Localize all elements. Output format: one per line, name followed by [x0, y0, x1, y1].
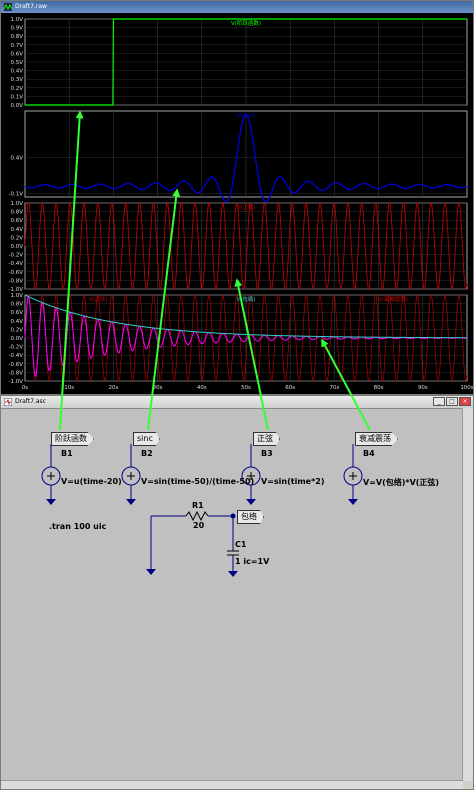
x-tick-label: 0s: [22, 385, 28, 391]
waveform-title-bar[interactable]: Draft7.raw: [1, 1, 473, 13]
b2-expression[interactable]: V=sin(time-50)/(time-50): [141, 477, 254, 486]
pane-0-y-tick: 0.7V: [10, 43, 23, 49]
source-b2-symbol[interactable]: [121, 444, 141, 505]
b4-ref: B4: [363, 449, 375, 458]
schematic-window-title: Draft7.asc: [15, 398, 46, 405]
pane-0-y-tick: 0.9V: [10, 26, 23, 32]
c1-value[interactable]: 1 ic=1V: [235, 557, 269, 566]
pane-0-y-tick: 0.4V: [10, 69, 23, 75]
pane-0-y-tick: 0.1V: [10, 94, 23, 100]
x-tick-label: 50s: [241, 385, 251, 391]
schematic-canvas[interactable]: 阶跃函数 sinc 正弦 衰减震荡 B1 B2 B3 B4 V=u(time-2…: [1, 408, 463, 781]
label-sinc: V(sinc): [237, 113, 256, 119]
pane-2-y-tick: -0.2V: [9, 253, 24, 259]
pane-0-y-tick: 0.0V: [10, 103, 23, 109]
pane-2-y-tick: 0.0V: [10, 244, 23, 250]
pane-3-y-tick: -0.6V: [9, 362, 24, 368]
pane-2-y-tick: -0.4V: [9, 261, 24, 267]
pane-1-y-tick: -0.1V: [9, 191, 24, 197]
pane-3-y-tick: 0.4V: [10, 319, 23, 325]
pane-2-y-tick: -0.6V: [9, 270, 24, 276]
waveform-window: Draft7.raw 1.0V 0.9V 0.8V 0.7V 0.6V 0.5V 0.4V 0…: [0, 0, 474, 395]
close-button[interactable]: ×: [459, 397, 471, 406]
b3-expression[interactable]: V=sin(time*2): [261, 477, 324, 486]
tran-directive[interactable]: .tran 100 uic: [49, 522, 106, 531]
x-tick-label: 70s: [329, 385, 339, 391]
x-tick-label: 10s: [64, 385, 74, 391]
c1-ref: C1: [235, 540, 247, 549]
r1-ref: R1: [192, 501, 204, 510]
pane-2-y-tick: -0.8V: [9, 278, 24, 284]
pane-3-y-tick: -0.4V: [9, 353, 24, 359]
pane-3-y-tick: 0.6V: [10, 310, 23, 316]
schematic-window-icon: [4, 398, 12, 406]
pane-2-y-tick: 0.4V: [10, 227, 23, 233]
maximize-button[interactable]: □: [446, 397, 458, 406]
net-flag-damped[interactable]: 衰减震荡: [355, 432, 398, 446]
pane-0-y-tick: 1.0V: [10, 17, 23, 23]
pane-0-y-tick: 0.2V: [10, 86, 23, 92]
label-damped: V(衰减震荡): [378, 295, 408, 303]
pane-2-y-tick: 0.6V: [10, 218, 23, 224]
pane-0-y-tick: 0.5V: [10, 60, 23, 66]
pane-3-y-tick: -0.8V: [9, 370, 24, 376]
r1-value[interactable]: 20: [193, 521, 204, 530]
pane-3-y-tick: 0.8V: [10, 302, 23, 308]
pane-3-y-tick: -0.2V: [9, 345, 24, 351]
source-b4-symbol[interactable]: [343, 444, 363, 505]
pane-3-y-tick: 0.2V: [10, 327, 23, 333]
x-tick-label: 60s: [285, 385, 295, 391]
label-sine: V(正弦): [236, 203, 255, 211]
waveform-plot-area[interactable]: 1.0V 0.9V 0.8V 0.7V 0.6V 0.5V 0.4V 0.3V 0.2V 0.1V…: [1, 13, 474, 395]
pane-0-y-tick: 0.8V: [10, 34, 23, 40]
net-flag-sinc[interactable]: sinc: [133, 432, 160, 446]
b2-ref: B2: [141, 449, 153, 458]
net-flag-envelope[interactable]: 包络: [237, 510, 264, 524]
schematic-window: Draft7.asc _ □ × 阶跃函数 sinc 正弦 衰减震荡 B1 B2…: [0, 395, 474, 790]
minimize-button[interactable]: _: [433, 397, 445, 406]
vertical-scrollbar[interactable]: [462, 408, 473, 781]
pane-2-y-tick: 0.8V: [10, 210, 23, 216]
pane-0-y-tick: 0.3V: [10, 77, 23, 83]
x-tick-label: 30s: [153, 385, 163, 391]
source-b3-symbol[interactable]: [241, 444, 261, 505]
horizontal-scrollbar[interactable]: [1, 780, 463, 789]
label-envelope: V(包络): [236, 295, 255, 303]
schematic-title-bar[interactable]: Draft7.asc _ □ ×: [1, 396, 473, 408]
pane-2-y-tick: 0.2V: [10, 235, 23, 241]
label-step: V(阶跃函数): [231, 19, 261, 27]
pane-0-y-tick: 0.6V: [10, 51, 23, 57]
net-flag-sine[interactable]: 正弦: [253, 432, 280, 446]
b1-expression[interactable]: V=u(time-20): [61, 477, 122, 486]
pane-3-y-tick: 0.0V: [10, 336, 23, 342]
x-tick-label: 20s: [108, 385, 118, 391]
x-tick-label: 90s: [418, 385, 428, 391]
schematic-wiring: [41, 444, 363, 577]
x-tick-label: 100s: [460, 385, 473, 391]
net-flag-step[interactable]: 阶跃函数: [51, 432, 94, 446]
pane-3-y-tick: 1.0V: [10, 293, 23, 299]
source-b1-symbol[interactable]: [41, 444, 61, 505]
b4-expression[interactable]: V=V(包络)*V(正弦): [363, 477, 439, 488]
schematic-window-buttons: _ □ ×: [433, 397, 471, 406]
b1-ref: B1: [61, 449, 73, 458]
pane-2-y-tick: 1.0V: [10, 201, 23, 207]
label-sine-bottom: V(正弦): [88, 295, 107, 303]
pane-1-y-tick: 0.4V: [10, 156, 23, 162]
x-tick-label: 40s: [197, 385, 207, 391]
waveform-window-title: Draft7.raw: [15, 3, 47, 10]
x-tick-label: 80s: [374, 385, 384, 391]
b3-ref: B3: [261, 449, 273, 458]
waveform-window-icon: [4, 3, 12, 11]
